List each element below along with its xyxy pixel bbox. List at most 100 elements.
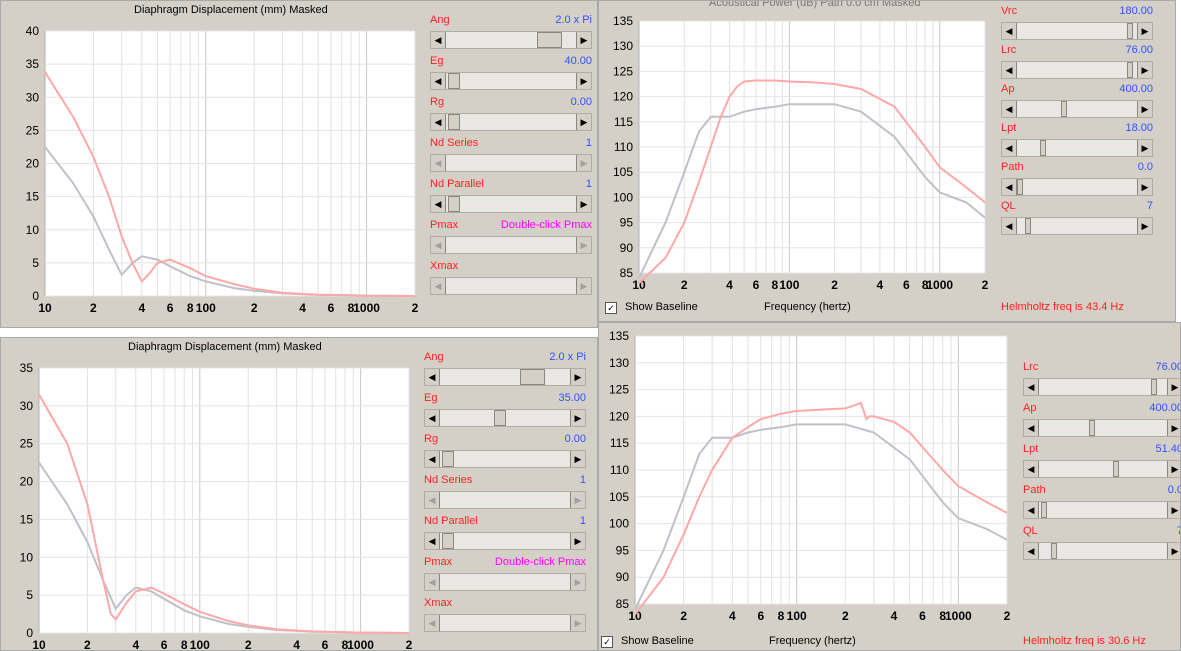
control-value[interactable]: Double-click Pmax <box>424 556 586 568</box>
scroll-right-arrow-icon[interactable]: ▶ <box>576 155 591 171</box>
scroll-left-arrow-icon[interactable]: ◀ <box>431 237 446 253</box>
scroll-right-arrow-icon[interactable]: ▶ <box>576 32 591 48</box>
scroll-right-arrow-icon[interactable]: ▶ <box>570 369 585 385</box>
show-baseline-checkbox[interactable]: ✓ <box>605 302 617 314</box>
slider-thumb[interactable] <box>494 410 506 426</box>
scroll-right-arrow-icon[interactable]: ▶ <box>1137 62 1152 78</box>
scroll-right-arrow-icon[interactable]: ▶ <box>1167 379 1180 395</box>
slider-scrollbar[interactable]: ◀ ▶ <box>430 195 592 213</box>
slider-thumb[interactable] <box>1150 379 1157 395</box>
scroll-right-arrow-icon[interactable]: ▶ <box>576 73 591 89</box>
control-value[interactable]: Double-click Pmax <box>430 219 592 231</box>
scroll-left-arrow-icon[interactable]: ◀ <box>425 574 440 590</box>
slider-thumb[interactable] <box>1041 502 1048 518</box>
slider-scrollbar[interactable]: ◀ ▶ <box>1023 460 1180 478</box>
scroll-left-arrow-icon[interactable]: ◀ <box>1002 23 1017 39</box>
scroll-left-arrow-icon[interactable]: ◀ <box>1002 140 1017 156</box>
scroll-right-arrow-icon[interactable]: ▶ <box>1137 218 1152 234</box>
slider-scrollbar[interactable]: ◀ ▶ <box>430 72 592 90</box>
slider-thumb[interactable] <box>520 369 546 385</box>
slider-scrollbar[interactable]: ◀ ▶ <box>424 450 586 468</box>
scroll-right-arrow-icon[interactable]: ▶ <box>570 451 585 467</box>
scroll-right-arrow-icon[interactable]: ▶ <box>576 196 591 212</box>
slider-thumb[interactable] <box>1127 23 1134 39</box>
slider-scrollbar[interactable]: ◀ ▶ <box>424 532 586 550</box>
slider-thumb[interactable] <box>448 196 461 212</box>
scroll-left-arrow-icon[interactable]: ◀ <box>425 533 440 549</box>
slider-thumb[interactable] <box>1025 218 1032 234</box>
scroll-right-arrow-icon[interactable]: ▶ <box>1167 502 1180 518</box>
scroll-left-arrow-icon[interactable]: ◀ <box>1002 218 1017 234</box>
scroll-right-arrow-icon[interactable]: ▶ <box>1137 23 1152 39</box>
slider-scrollbar[interactable]: ◀ ▶ <box>430 154 592 172</box>
scroll-right-arrow-icon[interactable]: ▶ <box>570 492 585 508</box>
scroll-right-arrow-icon[interactable]: ▶ <box>1137 101 1152 117</box>
scroll-left-arrow-icon[interactable]: ◀ <box>425 492 440 508</box>
slider-thumb[interactable] <box>1051 543 1058 559</box>
slider-scrollbar[interactable]: ◀ ▶ <box>424 491 586 509</box>
slider-scrollbar[interactable]: ◀ ▶ <box>424 409 586 427</box>
slider-thumb[interactable] <box>1113 461 1120 477</box>
scroll-left-arrow-icon[interactable]: ◀ <box>431 196 446 212</box>
show-baseline-checkbox[interactable]: ✓ <box>601 636 613 648</box>
slider-scrollbar[interactable]: ◀ ▶ <box>1023 542 1180 560</box>
scroll-right-arrow-icon[interactable]: ▶ <box>570 615 585 631</box>
slider-thumb[interactable] <box>1040 140 1047 156</box>
scroll-left-arrow-icon[interactable]: ◀ <box>431 155 446 171</box>
slider-scrollbar[interactable]: ◀ ▶ <box>430 31 592 49</box>
slider-scrollbar[interactable]: ◀ ▶ <box>1001 178 1153 196</box>
scroll-right-arrow-icon[interactable]: ▶ <box>570 410 585 426</box>
slider-scrollbar[interactable]: ◀ ▶ <box>1001 100 1153 118</box>
scroll-right-arrow-icon[interactable]: ▶ <box>576 114 591 130</box>
scroll-left-arrow-icon[interactable]: ◀ <box>1024 502 1039 518</box>
x-tick-label: 4 <box>726 278 733 292</box>
slider-thumb[interactable] <box>1017 179 1023 195</box>
scroll-left-arrow-icon[interactable]: ◀ <box>431 114 446 130</box>
slider-thumb[interactable] <box>448 114 461 130</box>
scroll-left-arrow-icon[interactable]: ◀ <box>425 451 440 467</box>
slider-scrollbar[interactable]: ◀ ▶ <box>1023 419 1180 437</box>
scroll-left-arrow-icon[interactable]: ◀ <box>1024 420 1039 436</box>
slider-scrollbar[interactable]: ◀ ▶ <box>1001 61 1153 79</box>
y-tick-label: 115 <box>610 436 629 450</box>
scroll-right-arrow-icon[interactable]: ▶ <box>570 533 585 549</box>
slider-thumb[interactable] <box>536 32 562 48</box>
scroll-left-arrow-icon[interactable]: ◀ <box>1024 543 1039 559</box>
scroll-right-arrow-icon[interactable]: ▶ <box>576 278 591 294</box>
scroll-left-arrow-icon[interactable]: ◀ <box>425 369 440 385</box>
scroll-right-arrow-icon[interactable]: ▶ <box>1167 461 1180 477</box>
scroll-right-arrow-icon[interactable]: ▶ <box>576 237 591 253</box>
scroll-left-arrow-icon[interactable]: ◀ <box>431 32 446 48</box>
slider-scrollbar[interactable]: ◀ ▶ <box>1001 22 1153 40</box>
scroll-left-arrow-icon[interactable]: ◀ <box>1002 179 1017 195</box>
scroll-left-arrow-icon[interactable]: ◀ <box>1002 62 1017 78</box>
slider-scrollbar[interactable]: ◀ ▶ <box>1023 501 1180 519</box>
scroll-right-arrow-icon[interactable]: ▶ <box>1137 140 1152 156</box>
slider-thumb[interactable] <box>442 451 455 467</box>
scroll-left-arrow-icon[interactable]: ◀ <box>425 410 440 426</box>
slider-scrollbar[interactable]: ◀ ▶ <box>1001 217 1153 235</box>
scroll-left-arrow-icon[interactable]: ◀ <box>1024 461 1039 477</box>
slider-scrollbar[interactable]: ◀ ▶ <box>424 573 586 591</box>
scroll-right-arrow-icon[interactable]: ▶ <box>1167 420 1180 436</box>
slider-thumb[interactable] <box>448 73 461 89</box>
scroll-left-arrow-icon[interactable]: ◀ <box>431 278 446 294</box>
slider-scrollbar[interactable]: ◀ ▶ <box>430 277 592 295</box>
scroll-left-arrow-icon[interactable]: ◀ <box>425 615 440 631</box>
scroll-left-arrow-icon[interactable]: ◀ <box>1002 101 1017 117</box>
scroll-right-arrow-icon[interactable]: ▶ <box>1137 179 1152 195</box>
slider-scrollbar[interactable]: ◀ ▶ <box>424 368 586 386</box>
scroll-left-arrow-icon[interactable]: ◀ <box>431 73 446 89</box>
slider-scrollbar[interactable]: ◀ ▶ <box>430 236 592 254</box>
slider-thumb[interactable] <box>1061 101 1068 117</box>
slider-scrollbar[interactable]: ◀ ▶ <box>1023 378 1180 396</box>
slider-thumb[interactable] <box>442 533 455 549</box>
slider-scrollbar[interactable]: ◀ ▶ <box>424 614 586 632</box>
scroll-right-arrow-icon[interactable]: ▶ <box>570 574 585 590</box>
slider-scrollbar[interactable]: ◀ ▶ <box>1001 139 1153 157</box>
slider-scrollbar[interactable]: ◀ ▶ <box>430 113 592 131</box>
scroll-right-arrow-icon[interactable]: ▶ <box>1167 543 1180 559</box>
slider-thumb[interactable] <box>1088 420 1095 436</box>
slider-thumb[interactable] <box>1127 62 1134 78</box>
scroll-left-arrow-icon[interactable]: ◀ <box>1024 379 1039 395</box>
